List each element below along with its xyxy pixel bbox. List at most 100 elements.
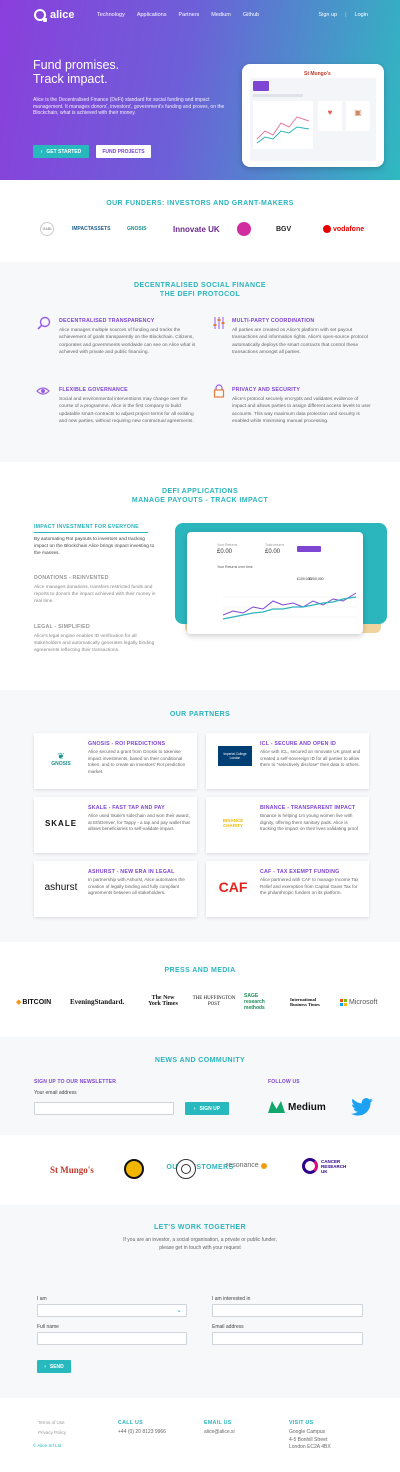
i-am-select[interactable]: ⌄ [37,1304,187,1317]
app-tab-impact-investment[interactable]: IMPACT INVESTMENT FOR EVERYONE [34,524,139,530]
i-am-label: I am [37,1296,47,1302]
feature-title-coordination: MULTI-PARTY COORDINATION [232,318,315,324]
app-text-legal: Alice's legal engine enables ID verifica… [34,634,155,653]
padlock-icon [213,384,225,398]
cancer-research-text: CANCER RESEARCH UK [321,1158,347,1174]
chevron-down-icon: ⌄ [176,1307,182,1314]
nyt-logo: The New York Times [148,995,178,1007]
feature-title-transparency: DECENTRALISED TRANSPARENCY [59,318,155,324]
follow-us-title: FOLLOW US [268,1079,300,1085]
twitter-icon[interactable] [351,1098,373,1116]
nav-github[interactable]: Github [243,12,259,18]
cancer-research-icon [302,1158,318,1174]
get-started-button[interactable]: › GET STARTED [33,145,89,158]
app-text-impact-investment: By automating RoI payouts to investors a… [34,537,155,556]
bgv-logo: BGV [276,225,292,233]
crest-badge-logo [176,1159,196,1179]
gnosis-logo-text: GNOSIS [51,760,71,767]
address-line1: Google Campus [289,1429,326,1435]
returns-dashboard-mock: Your Returns £0.00 Total returns £0.00 Y… [187,532,363,634]
resonance-logo: resonance [226,1162,267,1169]
phone-number[interactable]: +44 (0) 20 8123 9966 [118,1429,166,1437]
magnifier-icon [37,316,51,330]
resonance-dot-icon [260,1162,267,1169]
address: Google Campus 4-5 Bonhill Street London … [289,1429,331,1452]
microsoft-text: Microsoft [349,998,378,1006]
app-tab-donations[interactable]: DONATIONS - REINVENTED [34,575,109,581]
partner-text: In partnership with Ashurst, Alice autom… [88,877,185,896]
gabi-logo: GABI [40,222,54,236]
terms-link[interactable]: Terms of Use [38,1419,65,1427]
partner-card-gnosis[interactable]: ❦ GNOSIS GNOSIS - ROI PREDICTIONS Alice … [34,733,197,789]
partner-card-binance[interactable]: BINANCE CHARITY BINANCE - TRANSPARENT IM… [206,797,369,853]
gift-icon: ▣ [354,108,362,117]
yellow-badge-logo [124,1159,144,1179]
returns-line-chart [223,592,358,620]
nav-technology[interactable]: Technology [97,12,125,18]
partner-title: GNOSIS - ROI PREDICTIONS [88,741,166,747]
tablet-avatar [253,81,269,91]
nav-applications[interactable]: Applications [137,12,167,18]
apps-title: DEFI APPLICATIONS MANAGE PAYOUTS - TRACK… [0,487,400,505]
tablet-screen: St Mungo's ♥ ▣ [250,70,376,161]
evening-standard-logo: EveningStandard. [70,998,125,1006]
protocol-title-line1: DECENTRALISED SOCIAL FINANCE [133,282,267,289]
contact-email-input[interactable] [212,1332,363,1345]
email-address[interactable]: alice@alice.si [204,1429,235,1437]
binance-charity-logo: BINANCE CHARITY [222,818,244,828]
get-started-label: GET STARTED [46,148,82,155]
partner-card-skale[interactable]: SKALE SKALE - FAST TAP AND PAY Alice use… [34,797,197,853]
owl-icon: ❦ [57,750,65,761]
impactassets-logo: IMPACTASSETS [72,226,111,232]
hero-description: Alice is the Decentralised Finance (DeFi… [33,97,225,117]
signup-link[interactable]: Sign up [318,12,337,18]
feature-text-transparency: Alice manages multiple sources of fundin… [59,328,196,355]
alice-logo[interactable]: alice [34,9,74,22]
st-mungos-logo: St Mungo's [50,1165,94,1175]
imperial-college-logo: Imperial College London [218,746,252,766]
newsletter-email-input[interactable] [34,1102,174,1115]
partner-text: Binance is helping 1m young women live w… [260,813,359,832]
privacy-link[interactable]: Privacy Policy [38,1429,66,1437]
send-button[interactable]: › SEND [37,1360,71,1373]
ibt-logo: International Business Times [290,996,320,1008]
partner-text: Alice used Skale's sidechain and won the… [88,813,190,832]
mock-value-4: £200,000 [309,577,324,581]
partner-card-caf[interactable]: CAF CAF - TAX EXEMPT FUNDING Alice partn… [206,861,369,917]
send-button-label: SEND [49,1363,64,1370]
protocol-title: DECENTRALISED SOCIAL FINANCE THE DEFI PR… [0,281,400,299]
partner-card-ashurst[interactable]: ashurst ASHURST - NEW ERA IN LEGAL In pa… [34,861,197,917]
interested-input[interactable] [212,1304,363,1317]
partner-card-icl[interactable]: Imperial College London ICL - SECURE AND… [206,733,369,789]
sliders-icon [213,317,225,329]
skale-logo: SKALE [44,818,78,828]
contact-subtitle: If you are an investor, a social organis… [0,1237,400,1252]
vodafone-text: vodafone [333,225,365,233]
signup-button[interactable]: › SIGN UP [185,1102,229,1115]
bitcoin-text: BITCOIN [22,998,52,1006]
partner-title: ICL - SECURE AND OPEN ID [260,741,337,747]
full-name-label: Full name [37,1324,59,1330]
active-tab-underline [34,532,148,533]
login-link[interactable]: Login [355,12,368,18]
gnosis-funder-logo: GNOSIS [127,226,147,232]
fund-projects-button[interactable]: FUND PROJECTS [96,145,151,158]
heart-icon: ♥ [327,108,333,117]
feature-text-privacy: Alice's protocol securely encrypts and v… [232,397,371,424]
email-label: Your email address [34,1090,77,1096]
protocol-title-line2: THE DEFI PROTOCOL [159,291,241,298]
medium-link[interactable]: Medium [268,1101,326,1113]
nav-medium[interactable]: Medium [211,12,231,18]
tablet-mini-chart [256,116,310,144]
vodafone-logo: vodafone [323,222,364,236]
microsoft-icon [340,998,347,1006]
auth-nav: Sign up | Login [318,12,368,18]
partners-title: OUR PARTNERS [169,711,231,718]
nav-partners[interactable]: Partners [179,12,200,18]
app-tab-legal[interactable]: LEGAL - SIMPLIFIED [34,624,90,630]
full-name-input[interactable] [37,1332,187,1345]
email-address-label: Email address [212,1324,244,1330]
alice-logo-icon [34,9,47,22]
tablet-mockup: St Mungo's ♥ ▣ [242,64,384,167]
mock-action-button [297,546,321,552]
